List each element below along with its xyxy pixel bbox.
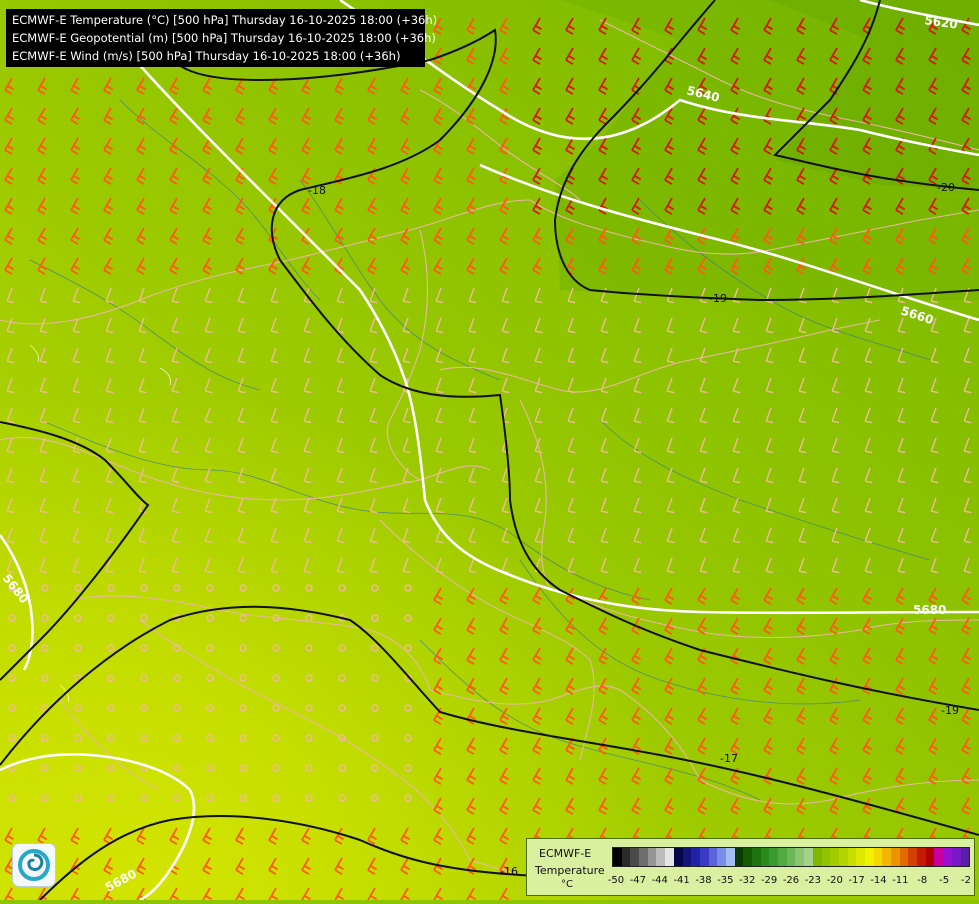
legend-tick-label: -38 [695, 875, 712, 886]
legend-tick-label: -32 [739, 875, 756, 886]
legend-color-swatch [856, 848, 865, 866]
legend-tick-label: -5 [939, 875, 950, 886]
swirl-icon [18, 849, 50, 881]
isotherm-label: -17 [720, 752, 738, 765]
legend-tick-label: -2 [961, 875, 971, 886]
legend-color-swatch [891, 848, 900, 866]
legend-color-swatch [665, 848, 674, 866]
legend-tick-label: -14 [870, 875, 887, 886]
legend-tick-label: -29 [760, 875, 778, 886]
legend-color-swatch [786, 848, 796, 866]
isotherm-label: -20 [937, 181, 955, 194]
isotherm-label: -16 [500, 865, 518, 878]
isotherm-label: -19 [941, 704, 959, 717]
legend-color-swatch [656, 848, 666, 866]
legend-color-swatch [943, 848, 952, 866]
legend-color-swatch [864, 848, 874, 866]
legend-color-swatch [821, 848, 831, 866]
legend-color-swatch [682, 848, 692, 866]
legend-color-swatch [734, 848, 744, 866]
legend-color-swatch [743, 848, 752, 866]
header-line-geopotential: ECMWF-E Geopotential (m) [500 hPa] Thurs… [12, 31, 436, 45]
legend-color-swatch [708, 848, 718, 866]
legend-color-swatch [917, 848, 926, 866]
legend-color-swatch [717, 848, 726, 866]
legend-color-swatch [760, 848, 770, 866]
legend-color-swatch [699, 848, 709, 866]
legend-color-swatch [795, 848, 805, 866]
weather-map: -18 -19 -20 -19 -17 -16 5620 5640 5660 5… [0, 0, 979, 904]
legend-tick-label: -20 [826, 875, 843, 886]
legend-color-swatch [752, 848, 761, 866]
legend-color-swatch [804, 848, 813, 866]
header-line-wind: ECMWF-E Wind (m/s) [500 hPa] Thursday 16… [12, 49, 401, 63]
legend-color-swatch [934, 848, 944, 866]
legend-color-swatch [647, 848, 657, 866]
legend-tick-label: -11 [892, 875, 909, 886]
legend-tick-label: -41 [673, 875, 690, 886]
legend-color-swatch [908, 848, 918, 866]
legend-color-swatch [882, 848, 891, 866]
map-canvas: -18 -19 -20 -19 -17 -16 5620 5640 5660 5… [0, 0, 979, 904]
legend-subtitle: Temperature [535, 864, 605, 877]
legend-tick-label: -26 [782, 875, 800, 886]
legend-tick-label: -50 [607, 875, 625, 886]
legend-color-swatch [621, 848, 631, 866]
isotherm-label: -18 [308, 184, 326, 197]
legend-color-bar [612, 847, 970, 867]
forecast-info-box: ECMWF-E Temperature (°C) [500 hPa] Thurs… [6, 9, 438, 67]
temperature-legend: ECMWF-E Temperature °C -50 -47 -44 -41 -38 -3… [526, 838, 975, 896]
legend-color-swatch [830, 848, 839, 866]
legend-color-swatch [960, 848, 970, 866]
legend-tick-label: -44 [651, 875, 668, 886]
legend-title: ECMWF-E [539, 847, 592, 860]
legend-color-swatch [691, 848, 700, 866]
legend-color-swatch [630, 848, 640, 866]
legend-color-swatch [847, 848, 857, 866]
isohypse-label: 5680 [913, 603, 946, 617]
legend-color-swatch [639, 848, 648, 866]
legend-color-swatch [769, 848, 779, 866]
isotherm-label: -19 [709, 292, 727, 305]
legend-color-swatch [951, 848, 961, 866]
legend-tick-label: -17 [848, 875, 865, 886]
legend-color-swatch [725, 848, 735, 866]
legend-color-swatch [778, 848, 787, 866]
legend-tick-label: -8 [917, 875, 928, 886]
legend-tick-label: -23 [804, 875, 822, 886]
legend-color-swatch [873, 848, 883, 866]
provider-logo [12, 843, 56, 887]
legend-tick-label: -35 [717, 875, 734, 886]
legend-tick-labels: -50 -47 -44 -41 -38 -35 -32 -29 -26 -23 -20 -17 -14-… [608, 875, 971, 889]
header-line-temperature: ECMWF-E Temperature (°C) [500 hPa] Thurs… [12, 13, 438, 27]
legend-color-swatch [812, 848, 822, 866]
legend-color-swatch [613, 848, 622, 866]
legend-color-swatch [838, 848, 848, 866]
legend-color-swatch [925, 848, 935, 866]
legend-tick-label: -47 [629, 875, 647, 886]
legend-color-swatch [899, 848, 909, 866]
legend-unit: °C [561, 879, 573, 890]
legend-color-swatch [673, 848, 683, 866]
